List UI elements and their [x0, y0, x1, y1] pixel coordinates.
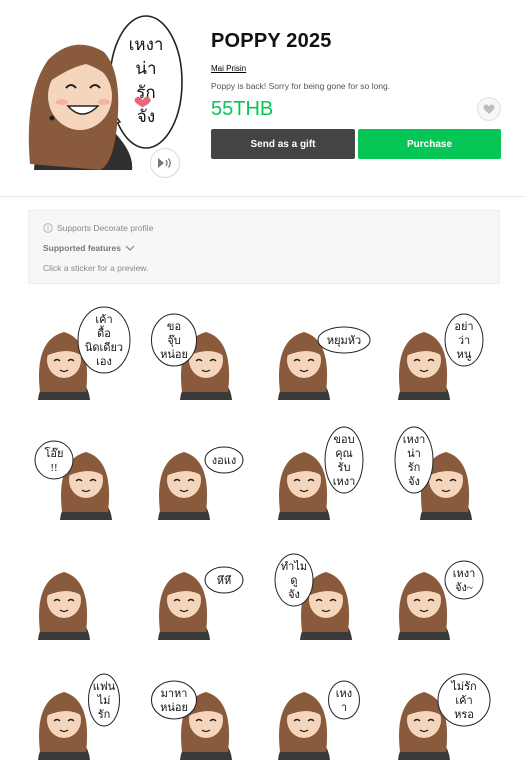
sticker-image: อย่าว่าหนู	[398, 313, 484, 400]
sticker-image: ทำไมดูจัง	[274, 553, 352, 640]
sticker-item[interactable]: เค้าดื้อนิดเดียวเอง	[24, 300, 134, 410]
sticker-item[interactable]: งอแง	[144, 420, 254, 530]
play-sound-icon	[158, 158, 171, 168]
sticker-item[interactable]: เหงา	[264, 660, 374, 770]
decorate-row: Supports Decorate profile	[43, 223, 153, 233]
sticker-item[interactable]: ทำไมดูจัง	[264, 540, 374, 650]
info-icon	[43, 223, 53, 233]
sticker-text: หึหึ	[217, 575, 232, 587]
info-panel: Supports Decorate profile Supported feat…	[28, 210, 500, 284]
sticker-item[interactable]: หยุมหัว	[264, 300, 374, 410]
sticker-item[interactable]: ไม่รักเค้าหรอ	[384, 660, 494, 770]
chevron-down-icon	[125, 245, 135, 251]
sticker-image: เค้าดื้อนิดเดียวเอง	[38, 306, 131, 400]
sticker-image: งอแง	[158, 446, 244, 520]
sticker-text: งอแง	[212, 455, 236, 467]
sticker-item[interactable]: มาหาหน่อย	[144, 660, 254, 770]
sticker-item[interactable]: เหงาจัง~	[384, 540, 494, 650]
sticker-title: POPPY 2025	[211, 30, 332, 52]
sticker-image: ไม่รักเค้าหรอ	[398, 673, 491, 760]
preview-hint-text: Click a sticker for a preview.	[43, 263, 149, 273]
sticker-item[interactable]: ขอบคุณรับเหงา	[264, 420, 374, 530]
sticker-image: ขอจุ๊บหน่อย	[151, 313, 232, 400]
sticker-item[interactable]: เหงาน่ารักจัง	[384, 420, 494, 530]
sticker-item[interactable]: หึหึ	[144, 540, 254, 650]
author-link[interactable]: Mai Prisin	[211, 64, 246, 73]
sticker-item[interactable]: โอ๊ย!!	[24, 420, 134, 530]
sticker-image: เหงา	[278, 680, 360, 760]
sticker-image	[38, 572, 90, 640]
sticker-text: หยุมหัว	[327, 335, 361, 347]
sticker-item[interactable]: อย่าว่าหนู	[384, 300, 494, 410]
sticker-image: เหงาจัง~	[398, 560, 484, 640]
sticker-header: เหงาน่ารักจัง POPPY 2025 Mai Prisin Popp…	[0, 0, 525, 196]
sticker-item[interactable]: แฟนไม่รัก	[24, 660, 134, 770]
sound-preview-button[interactable]	[150, 148, 180, 178]
sticker-image: แฟนไม่รัก	[38, 673, 120, 760]
supported-features-toggle[interactable]: Supported features	[43, 243, 135, 253]
sticker-image: มาหาหน่อย	[151, 680, 232, 760]
sticker-image: โอ๊ย!!	[34, 440, 112, 520]
divider	[0, 196, 525, 197]
purchase-button[interactable]: Purchase	[358, 129, 501, 159]
supported-features-label: Supported features	[43, 243, 121, 253]
favorite-button[interactable]	[477, 97, 501, 121]
sticker-description: Poppy is back! Sorry for being gone for …	[211, 81, 391, 91]
sticker-image: เหงาน่ารักจัง	[394, 426, 472, 520]
sticker-image: หยุมหัว	[278, 326, 371, 400]
heart-icon	[483, 104, 495, 114]
price-label: 55THB	[211, 98, 274, 120]
sticker-item[interactable]: ขอจุ๊บหน่อย	[144, 300, 254, 410]
sticker-image: ขอบคุณรับเหงา	[278, 426, 364, 520]
preview-hint: Click a sticker for a preview.	[43, 263, 148, 273]
sticker-image: หึหึ	[158, 566, 244, 640]
sticker-item[interactable]	[24, 540, 134, 650]
send-as-gift-button[interactable]: Send as a gift	[211, 129, 355, 159]
decorate-profile-text: Supports Decorate profile	[57, 223, 154, 233]
